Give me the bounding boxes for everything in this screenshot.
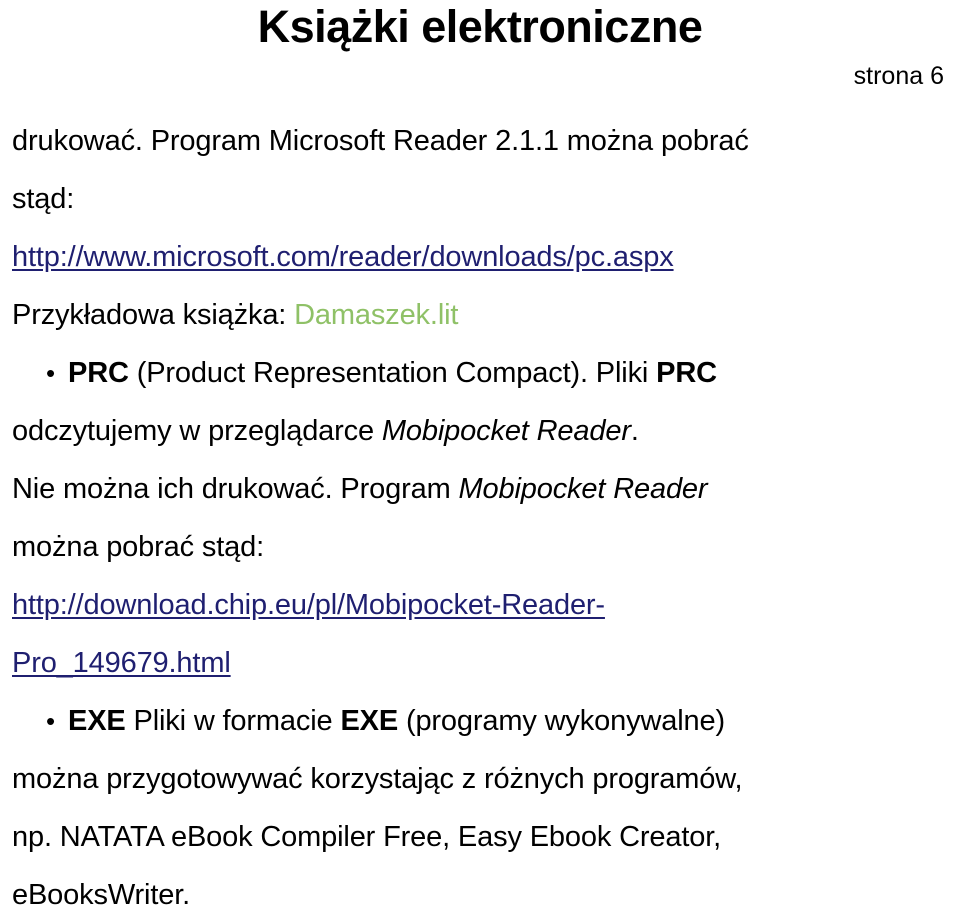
sample-book-filename: Damaszek.lit [294, 299, 459, 331]
paragraph-line: stąd: [12, 170, 948, 228]
bullet-point-icon: • [46, 706, 55, 736]
paragraph-line: odczytujemy w przeglądarce Mobipocket Re… [12, 402, 948, 460]
text-run: (Product Representation Compact). Pliki [128, 357, 657, 389]
paragraph-line: eBooksWriter. [12, 866, 948, 924]
hyperlink-mobipocket-download-cont[interactable]: Pro_149679.html [12, 647, 231, 679]
paragraph-line: np. NATATA eBook Compiler Free, Easy Ebo… [12, 808, 948, 866]
bullet-list-item-prc: • PRC (Product Representation Compact). P… [12, 344, 948, 402]
text-run: Przykładowa książka: [12, 299, 295, 331]
text-run: . [630, 415, 639, 447]
text-run: Nie można ich drukować. Program [12, 473, 459, 505]
text-run: np. NATATA eBook Compiler Free, Easy Ebo… [12, 821, 722, 853]
paragraph-line: drukować. Program Microsoft Reader 2.1.1… [12, 112, 948, 170]
text-run: drukować. Program Microsoft Reader 2.1.1… [12, 125, 749, 157]
text-run: Pliki w formacie [125, 705, 341, 737]
text-run: stąd: [12, 183, 75, 215]
app-name-mobipocket: Mobipocket Reader [458, 473, 708, 505]
paragraph-line: Pro_149679.html [12, 634, 948, 692]
paragraph-line: można przygotowywać korzystając z różnyc… [12, 750, 948, 808]
paragraph-line: http://download.chip.eu/pl/Mobipocket-Re… [12, 576, 948, 634]
page-number-label: strona 6 [853, 62, 944, 90]
app-name-mobipocket: Mobipocket Reader [381, 415, 631, 447]
paragraph-line: Nie można ich drukować. Program Mobipock… [12, 460, 948, 518]
text-run: odczytujemy w przeglądarce [12, 415, 382, 447]
hyperlink-mobipocket-download[interactable]: http://download.chip.eu/pl/Mobipocket-Re… [12, 589, 605, 621]
text-run: PRC [656, 357, 717, 389]
text-run: eBooksWriter. [12, 879, 191, 911]
paragraph-line: Przykładowa książka: Damaszek.lit [12, 286, 948, 344]
text-run: EXE [68, 705, 126, 737]
slide-body: drukować. Program Microsoft Reader 2.1.1… [12, 112, 948, 924]
paragraph-line: http://www.microsoft.com/reader/download… [12, 228, 948, 286]
bullet-point-icon: • [46, 358, 55, 388]
text-run: EXE [340, 705, 399, 737]
slide-canvas: Książki elektroniczne strona 6 drukować.… [0, 0, 960, 914]
bullet-list-item-exe: • EXE Pliki w formacie EXE (programy wyko… [12, 692, 948, 750]
text-run: można przygotowywać korzystając z różnyc… [12, 763, 743, 795]
text-run: PRC [68, 357, 129, 389]
text-run: (programy wykonywalne) [398, 705, 725, 737]
hyperlink-microsoft-reader[interactable]: http://www.microsoft.com/reader/download… [12, 241, 674, 273]
paragraph-line: można pobrać stąd: [12, 518, 948, 576]
page-title: Książki elektroniczne [257, 1, 703, 52]
text-run: można pobrać stąd: [12, 531, 264, 563]
